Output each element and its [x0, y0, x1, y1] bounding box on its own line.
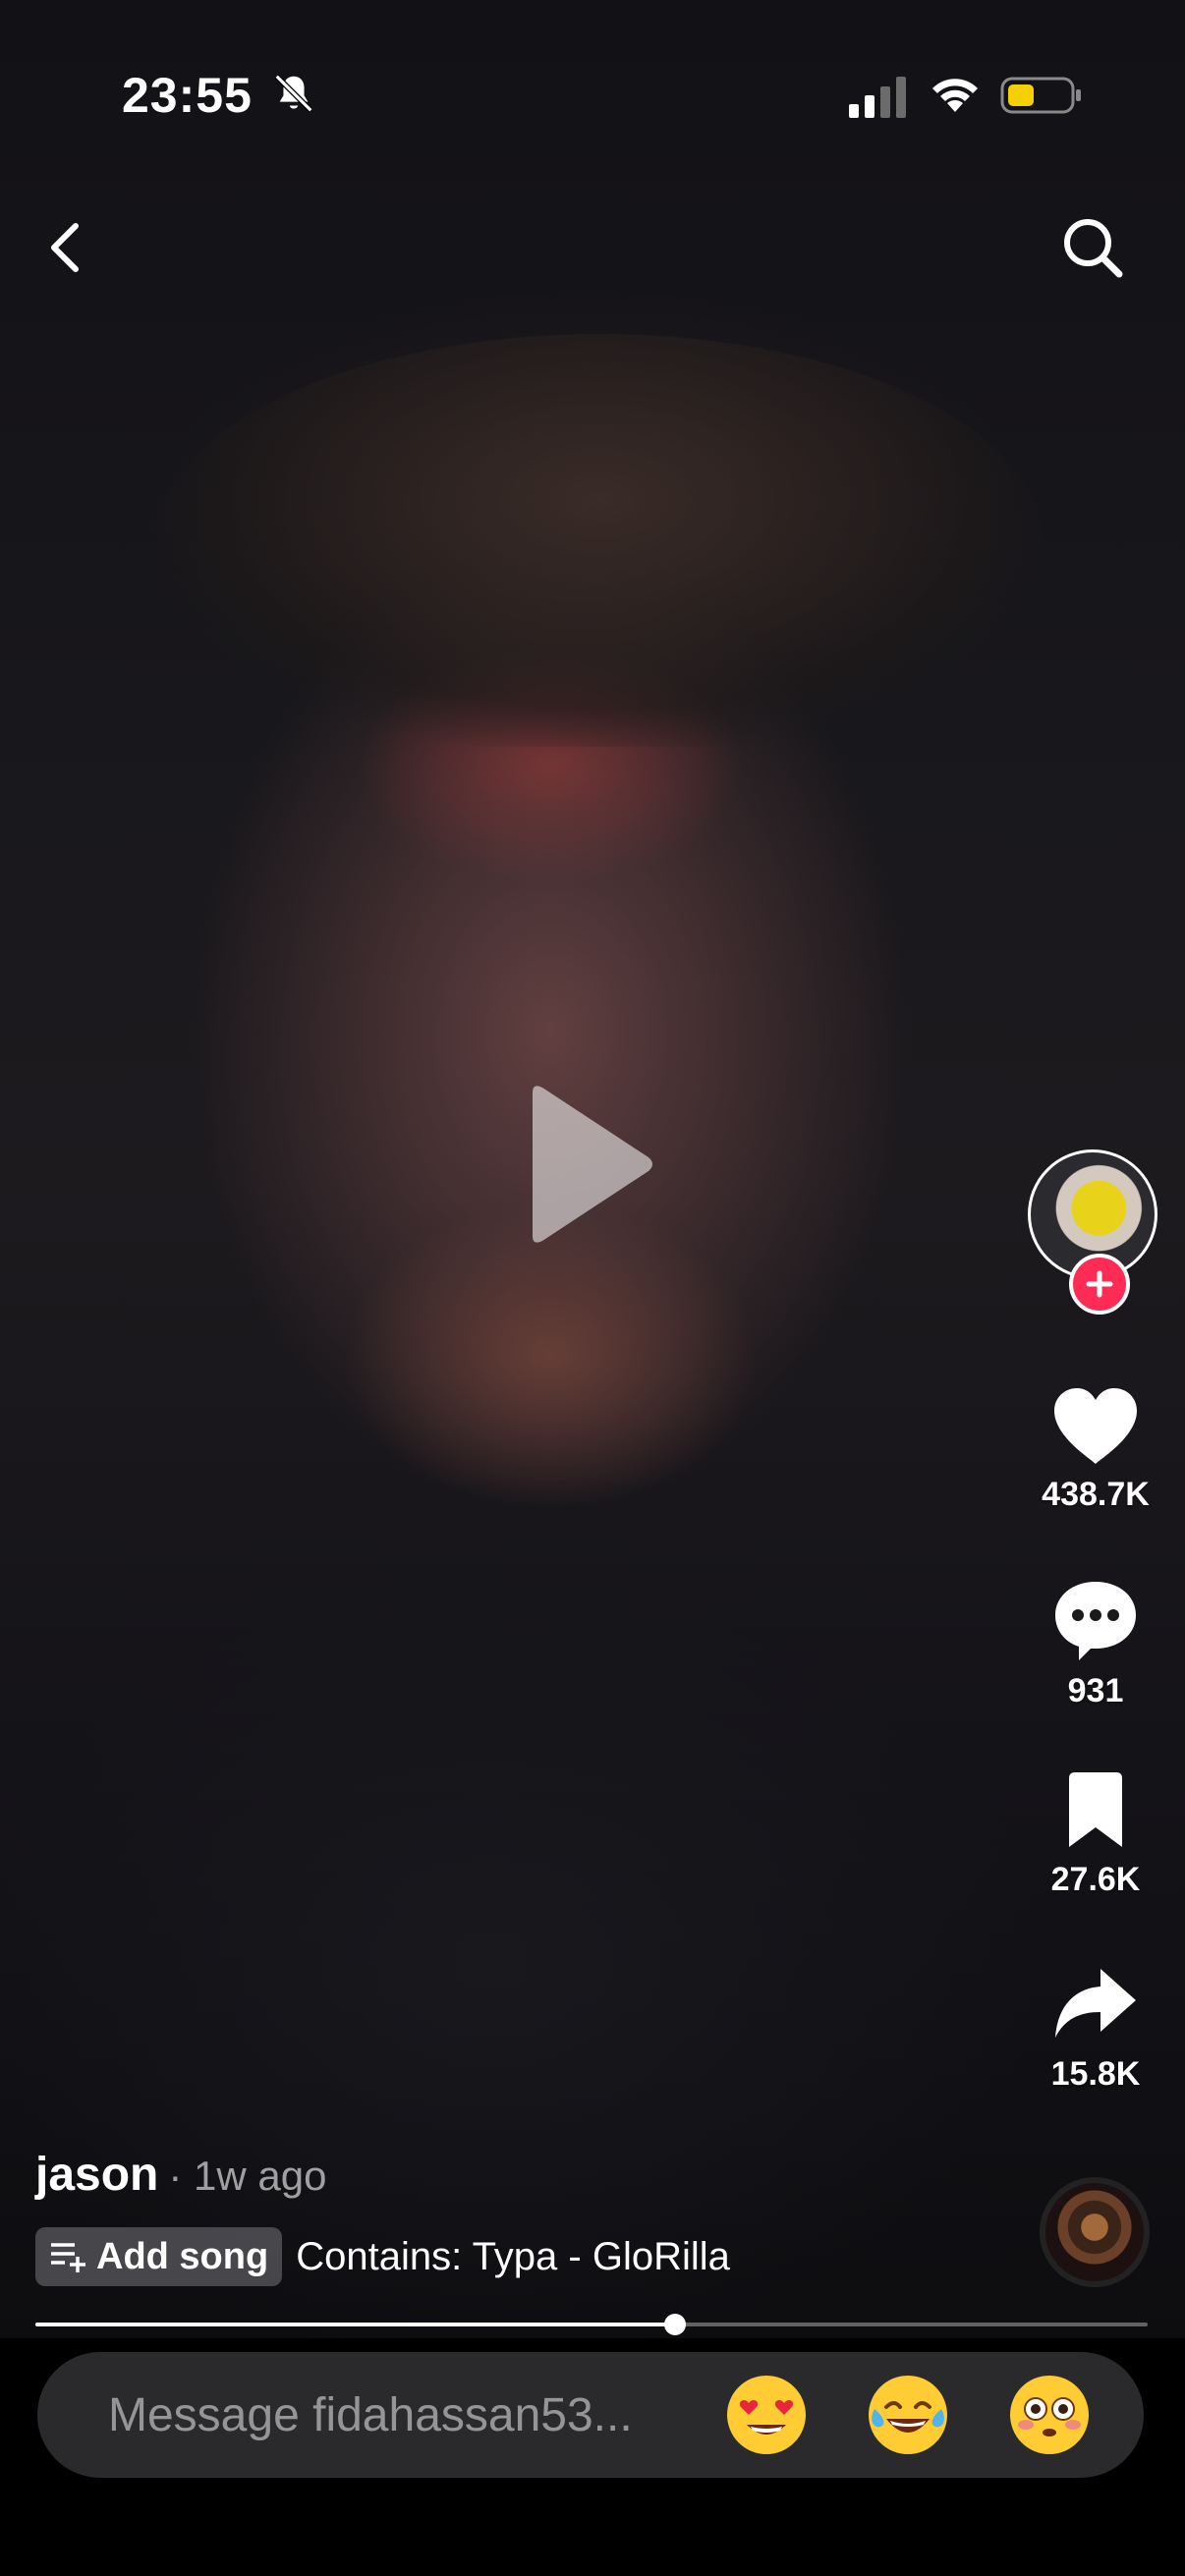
- like-button[interactable]: 438.7K: [1022, 1385, 1169, 1514]
- post-meta: jason · 1w ago Add song Contains: Typa -…: [35, 2148, 998, 2286]
- comment-count: 931: [1067, 1672, 1124, 1709]
- bottom-bar: Message fidahassan53...: [0, 2338, 1185, 2576]
- share-icon: [1055, 1969, 1136, 2038]
- comment-button[interactable]: 931: [1022, 1578, 1169, 1710]
- play-icon[interactable]: [521, 1081, 658, 1248]
- plus-icon: [1086, 1270, 1113, 1298]
- playlist-add-icon: [51, 2243, 85, 2272]
- video-screen: 23:55 438.7K 931 27.6K 15.8K jason · 1w …: [0, 0, 1185, 2576]
- video-content: [157, 334, 1042, 747]
- follow-button[interactable]: [1069, 1254, 1130, 1315]
- author-name[interactable]: jason: [35, 2148, 158, 2202]
- like-count: 438.7K: [1042, 1476, 1150, 1513]
- bookmark-button[interactable]: 27.6K: [1022, 1770, 1169, 1899]
- posted-time: · 1w ago: [168, 2153, 327, 2199]
- add-song-label: Add song: [96, 2235, 269, 2277]
- tears-of-joy-emoji[interactable]: [867, 2374, 949, 2456]
- flushed-emoji[interactable]: [1008, 2374, 1091, 2456]
- music-disc[interactable]: [1040, 2177, 1150, 2287]
- video-progress-bar[interactable]: [35, 2314, 1148, 2335]
- status-time: 23:55: [122, 68, 253, 123]
- cellular-signal-icon: [849, 77, 906, 118]
- heart-icon: [1054, 1388, 1137, 1464]
- search-icon: [1064, 219, 1123, 278]
- heart-eyes-emoji[interactable]: [725, 2374, 808, 2456]
- message-input[interactable]: Message fidahassan53...: [108, 2352, 717, 2478]
- back-button[interactable]: [39, 210, 92, 285]
- chevron-left-icon: [51, 223, 79, 272]
- progress-knob[interactable]: [663, 2314, 686, 2335]
- message-bar: Message fidahassan53...: [37, 2352, 1144, 2478]
- author-line: jason · 1w ago: [35, 2148, 998, 2202]
- share-count: 15.8K: [1050, 2055, 1141, 2093]
- creator-avatar-group: [1028, 1149, 1161, 1316]
- comment-icon: [1055, 1582, 1136, 1660]
- contains-song[interactable]: Contains: Typa - GloRilla: [296, 2235, 730, 2279]
- bell-slash-icon: [274, 74, 313, 113]
- progress-fill: [35, 2323, 675, 2326]
- bookmark-icon: [1069, 1772, 1122, 1847]
- status-bar: 23:55: [0, 0, 1185, 196]
- bookmark-count: 27.6K: [1050, 1861, 1141, 1898]
- wifi-icon: [932, 79, 978, 112]
- share-button[interactable]: 15.8K: [1022, 1965, 1169, 2094]
- song-line: Add song Contains: Typa - GloRilla: [35, 2227, 998, 2286]
- battery-icon: [1000, 77, 1081, 114]
- search-button[interactable]: [1057, 212, 1128, 283]
- add-song-button[interactable]: Add song: [35, 2227, 283, 2286]
